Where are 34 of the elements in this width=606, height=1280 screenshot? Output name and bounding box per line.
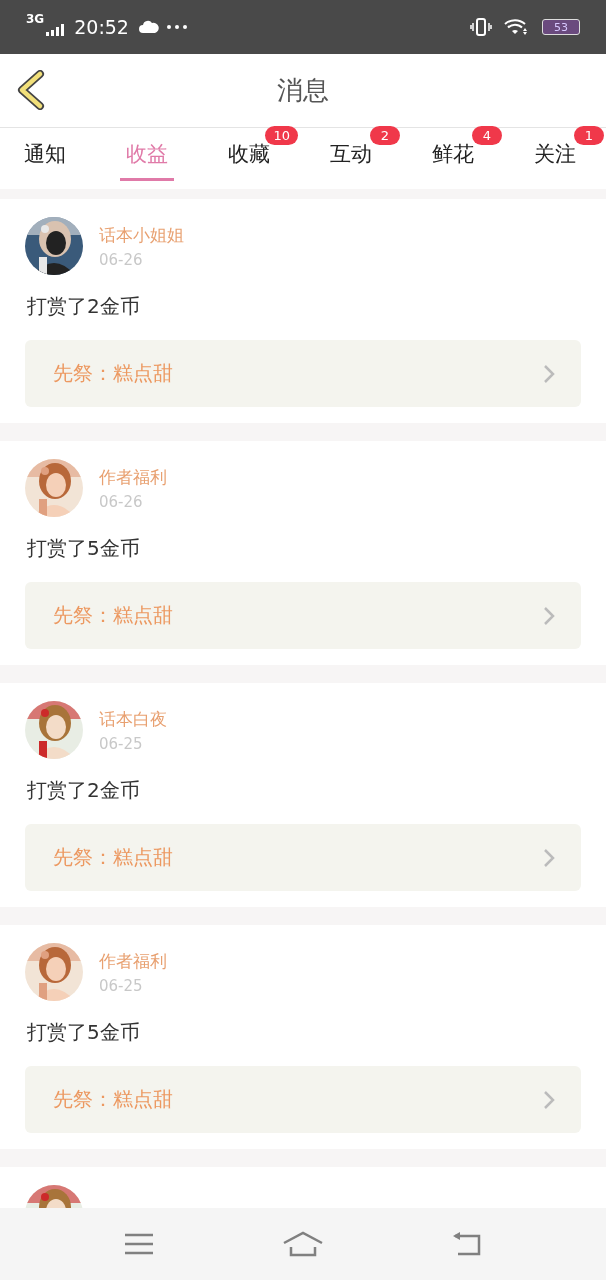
work-link[interactable]: 先祭：糕点甜 — [25, 824, 581, 891]
work-link[interactable]: 先祭：糕点甜 — [25, 1066, 581, 1133]
sender-name[interactable]: 话本小姐姐 — [99, 223, 184, 247]
chevron-right-icon — [543, 847, 555, 868]
work-link[interactable]: 先祭：糕点甜 — [25, 582, 581, 649]
message-text: 打赏了5金币 — [27, 1019, 141, 1046]
chevron-right-icon — [543, 363, 555, 384]
work-link[interactable]: 先祭：糕点甜 — [25, 340, 581, 407]
back-icon[interactable] — [16, 70, 46, 110]
sender-name[interactable]: 话本白夜 — [99, 707, 167, 731]
tab[interactable]: 收益 — [120, 136, 174, 181]
chevron-right-icon — [543, 1089, 555, 1110]
vibrate-icon — [470, 18, 492, 36]
message-text: 打赏了2金币 — [27, 777, 141, 804]
count-badge: 2 — [370, 126, 400, 145]
count-badge: 1 — [574, 126, 604, 145]
count-badge: 10 — [265, 126, 298, 145]
home-icon[interactable] — [282, 1231, 324, 1257]
chevron-right-icon — [543, 605, 555, 626]
wifi-icon — [504, 19, 530, 35]
battery-percent: 53 — [554, 20, 568, 34]
count-badge: 4 — [472, 126, 502, 145]
page-title: 消息 — [277, 74, 329, 107]
sender-name[interactable]: 作者福利 — [99, 465, 167, 489]
tab[interactable]: 通知 — [18, 136, 72, 181]
cloud-icon — [138, 20, 159, 34]
message-text: 打赏了2金币 — [27, 293, 141, 320]
menu-icon[interactable] — [124, 1233, 154, 1255]
clock: 20:52 — [74, 16, 129, 38]
network-label: 3G — [26, 12, 45, 26]
message-text: 打赏了5金币 — [27, 535, 141, 562]
signal-icon — [46, 24, 67, 36]
more-icon — [166, 25, 187, 29]
sender-name[interactable]: 作者福利 — [99, 949, 167, 973]
